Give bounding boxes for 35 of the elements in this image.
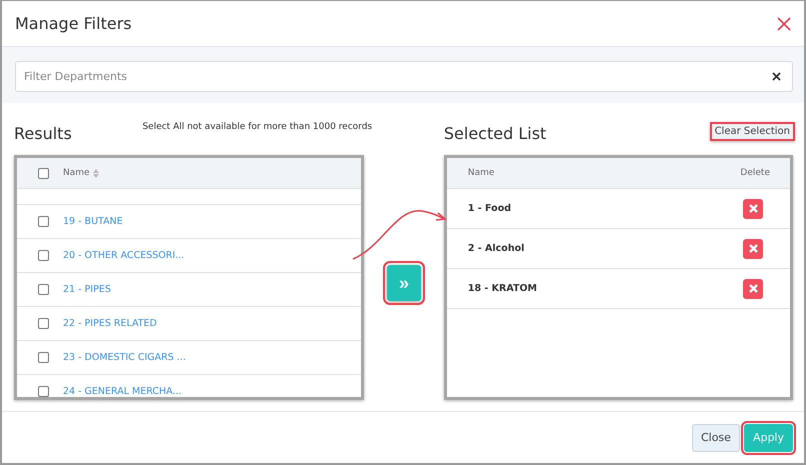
select-all-note: Select All not available for more than 1000 records <box>142 122 372 132</box>
select-all-checkbox[interactable] <box>38 168 49 178</box>
dialog-title: Manage Filters <box>15 14 132 33</box>
department-link[interactable]: 20 - OTHER ACCESSORI... <box>63 250 184 261</box>
selected-item: 2 - Alcohol <box>468 243 524 254</box>
column-header[interactable]: Name <box>63 168 90 178</box>
delete-button[interactable] <box>743 278 763 298</box>
delete-button[interactable] <box>743 198 763 218</box>
department-link[interactable]: 21 - PIPES <box>63 284 111 295</box>
row-checkbox[interactable] <box>38 352 49 363</box>
selected-item: 18 - KRATOM <box>468 283 537 294</box>
selected-list-heading: Selected List <box>444 124 546 143</box>
department-link[interactable]: 23 - DOMESTIC CIGARS ... <box>63 352 186 363</box>
x-icon <box>748 284 758 293</box>
row-checkbox[interactable] <box>38 250 49 261</box>
row-checkbox[interactable] <box>38 386 49 397</box>
results-heading: Results <box>14 124 72 143</box>
clear-selection-button[interactable]: Clear Selection <box>710 122 795 141</box>
selected-item: 1 - Food <box>468 203 512 214</box>
row-checkbox[interactable] <box>38 284 49 295</box>
column-header: Delete <box>740 168 770 178</box>
column-header: Name <box>468 168 494 178</box>
row-checkbox[interactable] <box>38 318 49 329</box>
search-field[interactable]: Filter Departments <box>15 61 793 92</box>
close-icon[interactable] <box>776 16 792 32</box>
close-button[interactable]: Close <box>692 424 740 452</box>
department-link[interactable]: 22 - PIPES RELATED <box>63 318 157 329</box>
x-icon <box>748 244 758 253</box>
move-right-button[interactable]: » <box>386 265 421 301</box>
department-link[interactable]: 19 - BUTANE <box>63 216 123 227</box>
row-checkbox[interactable] <box>38 216 49 227</box>
clear-icon[interactable] <box>772 72 781 81</box>
x-icon <box>748 204 758 213</box>
department-link[interactable]: 24 - GENERAL MERCHA... <box>63 386 182 397</box>
delete-button[interactable] <box>743 238 763 258</box>
